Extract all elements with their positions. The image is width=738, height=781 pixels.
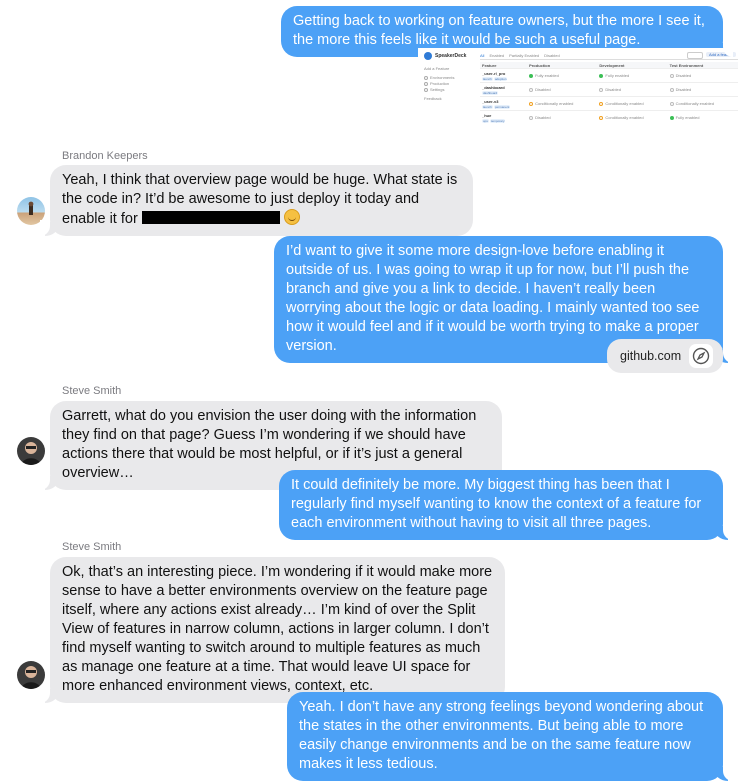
tag-badge: ops: [482, 118, 489, 123]
feature-table: Feature Production Development Test Enviro…: [480, 62, 738, 124]
environment-icon: [424, 82, 428, 86]
tab: All: [480, 53, 485, 58]
gear-icon: [424, 88, 428, 92]
compass-icon: [689, 344, 713, 368]
tab: Partially Enabled: [509, 53, 540, 58]
nav-item: Feedback: [424, 96, 442, 101]
brand-name: SpeakerDeck: [435, 53, 467, 59]
redaction-bar: [141, 211, 280, 224]
table-row: _dashboard dashboard Disabled Disabled Disa…: [480, 82, 738, 97]
tag-badge: temporary: [489, 118, 506, 123]
message-bubble-incoming[interactable]: Ok, that’s an interesting piece. I’m won…: [40, 557, 505, 703]
sender-name: Steve Smith: [62, 385, 122, 397]
tag-badge: dashboard: [482, 90, 499, 95]
tag-badge: permanent: [493, 104, 511, 109]
status-dot-icon: [669, 87, 674, 92]
status-dot-icon: [669, 101, 674, 106]
message-text: Getting back to working on feature owner…: [293, 13, 705, 48]
status-dot-icon: [599, 115, 604, 120]
status-dot-icon: [529, 87, 534, 92]
link-preview[interactable]: github.com: [607, 339, 723, 373]
table-row: _user-rl_pro launch adoption Fully enable…: [480, 68, 738, 83]
sender-name: Steve Smith: [62, 541, 122, 553]
tab: Disabled: [544, 53, 560, 58]
nav-item: Settings: [424, 87, 476, 93]
avatar[interactable]: [17, 437, 45, 465]
link-domain: github.com: [620, 349, 682, 363]
tag-badge: adoption: [493, 76, 508, 81]
tag-badge: launch: [482, 104, 493, 109]
status-dot-icon: [599, 73, 604, 78]
screenshot-attachment[interactable]: SpeakerDeck Add a Feature Environments P…: [418, 48, 738, 134]
status-dot-icon: [599, 101, 604, 106]
environment-icon: [424, 76, 428, 80]
grinning-face-emoji-icon: [283, 209, 300, 225]
status-dot-icon: [599, 87, 604, 92]
tag-badge: launch: [482, 76, 493, 81]
table-row: _user-v3 launch permanent Conditionally e…: [480, 96, 738, 111]
message-text: Ok, that’s an interesting piece. I’m won…: [62, 564, 493, 694]
message-text: I’d want to give it some more design-lov…: [286, 243, 700, 354]
message-text: It could definitely be more. My biggest …: [291, 477, 702, 531]
tab: Enabled: [489, 53, 505, 58]
sender-name: Brandon Keepers: [62, 150, 148, 162]
select-box: [686, 52, 703, 59]
status-dot-icon: [529, 73, 534, 78]
logo-icon: [424, 52, 432, 60]
status-dot-icon: [529, 101, 534, 106]
screenshot-sidebar: SpeakerDeck Add a Feature Environments P…: [424, 52, 476, 102]
message-bubble-outgoing[interactable]: Yeah. I don’t have any strong feelings b…: [287, 692, 733, 781]
screenshot-main: All Enabled Partially Enabled Disabled A…: [480, 52, 738, 124]
avatar[interactable]: [17, 661, 45, 689]
status-dot-icon: [669, 115, 674, 120]
nav-item: Add a Feature: [424, 66, 450, 71]
table-row: _hue ops temporary Disabled Conditionally …: [480, 110, 738, 124]
message-bubble-outgoing[interactable]: It could definitely be more. My biggest …: [279, 470, 733, 540]
status-dot-icon: [529, 115, 534, 120]
message-bubble-incoming[interactable]: Yeah, I think that overview page would b…: [40, 165, 473, 236]
message-text: Yeah. I don’t have any strong feelings b…: [299, 699, 704, 772]
status-dot-icon: [669, 73, 674, 78]
